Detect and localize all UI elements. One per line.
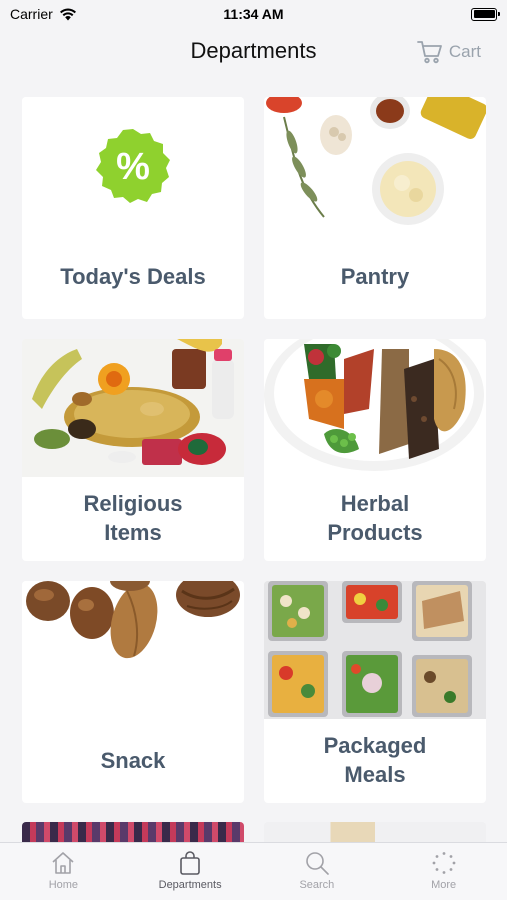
- department-label-line: Herbal: [340, 491, 410, 517]
- status-left: Carrier: [10, 6, 77, 22]
- department-card-snack[interactable]: Snack: [22, 581, 244, 803]
- department-label-line: Items: [104, 520, 162, 545]
- cart-icon: [416, 41, 442, 64]
- wifi-icon: [59, 8, 76, 20]
- shopping-bag-icon: [180, 851, 200, 875]
- more-dots-icon: [432, 852, 456, 874]
- department-card-religious-items[interactable]: Religious Items: [22, 339, 244, 561]
- status-bar: Carrier 11:34 AM: [0, 0, 507, 28]
- partial-department-card[interactable]: [264, 822, 486, 842]
- department-label: Religious Items: [22, 477, 244, 561]
- tab-label: Departments: [158, 879, 222, 891]
- department-label-line: Meals: [344, 762, 406, 787]
- department-label-line: Packaged: [323, 733, 427, 759]
- carrier-label: Carrier: [10, 6, 53, 22]
- department-label: Snack: [22, 719, 244, 803]
- department-label-line: Pantry: [340, 263, 410, 289]
- home-icon: [52, 852, 74, 874]
- department-label-line: Today's Deals: [60, 263, 206, 289]
- battery-icon: [471, 7, 500, 21]
- search-icon: [306, 852, 329, 875]
- department-card-pantry[interactable]: Pantry: [264, 97, 486, 319]
- tab-label: Search: [299, 879, 335, 891]
- religious-items-photo: [22, 339, 244, 477]
- department-label: Today's Deals: [22, 235, 244, 319]
- packaged-meals-photo: [264, 581, 486, 719]
- percent-badge-icon: %: [96, 129, 170, 203]
- tab-home[interactable]: Home: [0, 843, 127, 900]
- departments-grid: % Today's Deals Pantry Religious Items H…: [22, 97, 486, 803]
- cart-button[interactable]: Cart: [416, 40, 481, 64]
- department-label: Packaged Meals: [264, 719, 486, 803]
- snack-photo: [22, 581, 244, 719]
- department-card-packaged-meals[interactable]: Packaged Meals: [264, 581, 486, 803]
- tab-departments[interactable]: Departments: [127, 843, 254, 900]
- tab-more[interactable]: More: [380, 843, 507, 900]
- tab-label: Home: [48, 879, 79, 891]
- svg-text:%: %: [116, 146, 150, 188]
- department-card-herbal-products[interactable]: Herbal Products: [264, 339, 486, 561]
- department-label-line: Products: [327, 520, 423, 545]
- department-label-line: Snack: [100, 747, 166, 773]
- tab-search[interactable]: Search: [254, 843, 381, 900]
- tab-bar: Home Departments Search More: [0, 842, 507, 900]
- todays-deals-image: %: [22, 97, 244, 235]
- department-label: Pantry: [264, 235, 486, 319]
- herbal-products-photo: [264, 339, 486, 477]
- partial-department-card[interactable]: [22, 822, 244, 842]
- tab-label: More: [431, 879, 457, 891]
- nav-bar: Departments Cart: [0, 28, 507, 76]
- partial-department-row: [22, 822, 486, 842]
- department-card-todays-deals[interactable]: % Today's Deals: [22, 97, 244, 319]
- department-label-line: Religious: [83, 491, 183, 517]
- cart-label: Cart: [448, 42, 481, 61]
- department-label: Herbal Products: [264, 477, 486, 561]
- pantry-photo: [264, 97, 486, 235]
